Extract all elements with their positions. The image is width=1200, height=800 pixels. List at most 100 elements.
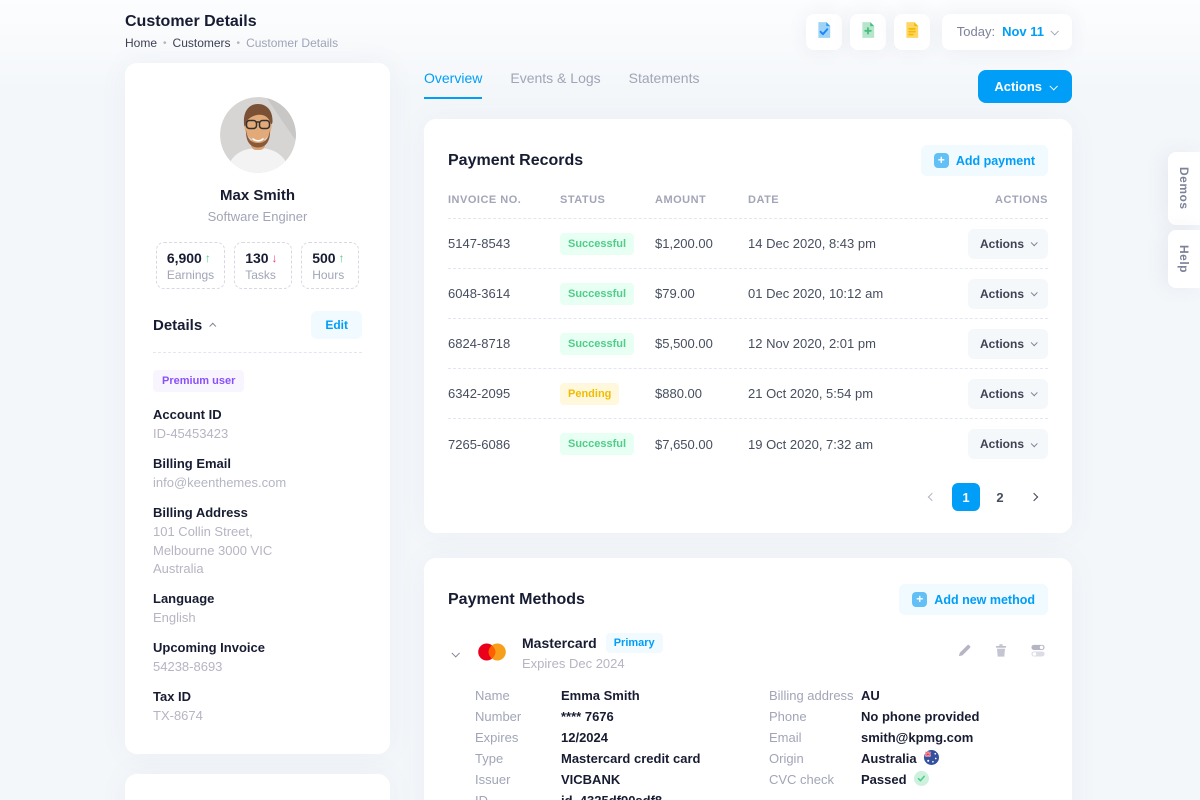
detail-field-language: Language English <box>153 591 362 628</box>
field-label: Billing Address <box>153 505 362 520</box>
actions-dropdown-button[interactable]: Actions <box>978 70 1072 103</box>
edit-button[interactable]: Edit <box>311 311 362 339</box>
method-field: Emailsmith@kpmg.com <box>769 731 979 744</box>
field-value-line: Australia <box>153 560 362 579</box>
table-row: 6824-8718 Successful $5,500.00 12 Nov 20… <box>448 319 1048 369</box>
collapse-toggle-button[interactable] <box>448 641 462 664</box>
amount: $79.00 <box>655 286 748 301</box>
plus-square-icon: + <box>934 153 949 168</box>
tab-statements[interactable]: Statements <box>629 70 700 99</box>
add-payment-button[interactable]: + Add payment <box>921 145 1048 176</box>
table-row: 6342-2095 Pending $880.00 21 Oct 2020, 5… <box>448 369 1048 419</box>
row-actions-label: Actions <box>980 287 1024 301</box>
chevron-down-icon <box>1031 289 1038 296</box>
detail-field-account-id: Account ID ID-45453423 <box>153 407 362 444</box>
breadcrumb-home[interactable]: Home <box>125 36 157 50</box>
file-check-button[interactable] <box>806 14 842 50</box>
payment-records-title: Payment Records <box>448 152 583 170</box>
field-value: VICBANK <box>561 773 620 786</box>
method-field: IssuerVICBANK <box>475 773 769 786</box>
arrow-up-icon: ↑ <box>339 251 345 265</box>
file-lines-button[interactable] <box>894 14 930 50</box>
method-settings-button[interactable] <box>1028 641 1048 663</box>
field-value: 54238-8693 <box>153 658 362 677</box>
tab-overview[interactable]: Overview <box>424 70 482 99</box>
customer-summary-card: Max Smith Software Enginer 6,900↑ Earnin… <box>125 63 390 754</box>
field-value: info@keenthemes.com <box>153 474 362 493</box>
field-value-line: 101 Collin Street, <box>153 523 362 542</box>
field-label: Billing Email <box>153 456 362 471</box>
add-payment-label: Add payment <box>956 154 1035 168</box>
status-badge: Successful <box>560 233 634 255</box>
method-field: NameEmma Smith <box>475 689 769 702</box>
add-new-method-button[interactable]: + Add new method <box>899 584 1048 615</box>
pagination-prev[interactable] <box>918 483 946 511</box>
field-label: Type <box>475 752 561 765</box>
content-area: Max Smith Software Enginer 6,900↑ Earnin… <box>125 63 1072 800</box>
field-label: Expires <box>475 731 561 744</box>
date: 12 Nov 2020, 2:01 pm <box>748 336 948 351</box>
file-plus-icon <box>859 21 877 42</box>
breadcrumb-customers[interactable]: Customers <box>173 36 231 50</box>
row-actions-dropdown[interactable]: Actions <box>968 379 1048 409</box>
method-field: Number**** 7676 <box>475 710 769 723</box>
tab-events-logs[interactable]: Events & Logs <box>510 70 600 99</box>
pagination-next[interactable] <box>1020 483 1048 511</box>
method-field: PhoneNo phone provided <box>769 710 979 723</box>
main-panel: Overview Events & Logs Statements Action… <box>424 63 1072 800</box>
stat-earnings: 6,900↑ Earnings <box>156 242 225 289</box>
row-actions-dropdown[interactable]: Actions <box>968 329 1048 359</box>
field-value: 12/2024 <box>561 731 608 744</box>
detail-field-upcoming-invoice: Upcoming Invoice 54238-8693 <box>153 640 362 677</box>
row-actions-label: Actions <box>980 237 1024 251</box>
connected-accounts-card: Connected Accounts <box>125 774 390 800</box>
method-action-icons <box>955 641 1048 663</box>
field-label: CVC check <box>769 773 861 786</box>
amount: $5,500.00 <box>655 336 748 351</box>
delete-method-button[interactable] <box>992 641 1010 663</box>
field-value-line: Melbourne 3000 VIC <box>153 542 362 561</box>
file-plus-button[interactable] <box>850 14 886 50</box>
plus-square-icon: + <box>912 592 927 607</box>
edit-method-button[interactable] <box>955 641 974 663</box>
toggle-icon <box>1030 643 1046 661</box>
stat-hours: 500↑ Hours <box>301 242 359 289</box>
breadcrumb-separator: • <box>163 38 167 49</box>
pagination-page-1[interactable]: 1 <box>952 483 980 511</box>
demos-tab[interactable]: Demos <box>1168 152 1200 225</box>
details-title[interactable]: Details <box>153 317 216 334</box>
field-value: ID-45453423 <box>153 425 362 444</box>
help-tab[interactable]: Help <box>1168 230 1200 288</box>
date: 21 Oct 2020, 5:54 pm <box>748 386 948 401</box>
row-actions-dropdown[interactable]: Actions <box>968 229 1048 259</box>
page-title: Customer Details <box>125 13 338 31</box>
stat-tasks: 130↓ Tasks <box>234 242 292 289</box>
status-badge: Successful <box>560 433 634 455</box>
topbar-actions: Today: Nov 11 <box>806 14 1072 50</box>
status-badge: Pending <box>560 383 619 405</box>
field-label: Origin <box>769 752 861 765</box>
field-label: Issuer <box>475 773 561 786</box>
customer-role: Software Enginer <box>153 209 362 224</box>
field-value: id_4325df90sdf8 <box>561 794 662 800</box>
table-row: 6048-3614 Successful $79.00 01 Dec 2020,… <box>448 269 1048 319</box>
stat-tasks-label: Tasks <box>245 268 281 282</box>
row-actions-dropdown[interactable]: Actions <box>968 279 1048 309</box>
date-filter-dropdown[interactable]: Today: Nov 11 <box>942 14 1072 50</box>
row-actions-dropdown[interactable]: Actions <box>968 429 1048 459</box>
method-details-grid: NameEmma Smith Number**** 7676 Expires12… <box>475 689 1048 800</box>
col-status-header: Status <box>560 194 655 206</box>
customer-sidebar: Max Smith Software Enginer 6,900↑ Earnin… <box>125 63 390 800</box>
detail-field-tax-id: Tax ID TX-8674 <box>153 689 362 726</box>
field-label: Tax ID <box>153 689 362 704</box>
chevron-down-icon <box>1050 27 1058 35</box>
breadcrumb-separator: • <box>237 38 241 49</box>
field-label: Upcoming Invoice <box>153 640 362 655</box>
field-value: **** 7676 <box>561 710 614 723</box>
date: 01 Dec 2020, 10:12 am <box>748 286 948 301</box>
delete-icon <box>994 643 1008 661</box>
pagination-page-2[interactable]: 2 <box>986 483 1014 511</box>
amount: $1,200.00 <box>655 236 748 251</box>
details-header: Details Edit <box>153 311 362 339</box>
field-value: Mastercard credit card <box>561 752 700 765</box>
